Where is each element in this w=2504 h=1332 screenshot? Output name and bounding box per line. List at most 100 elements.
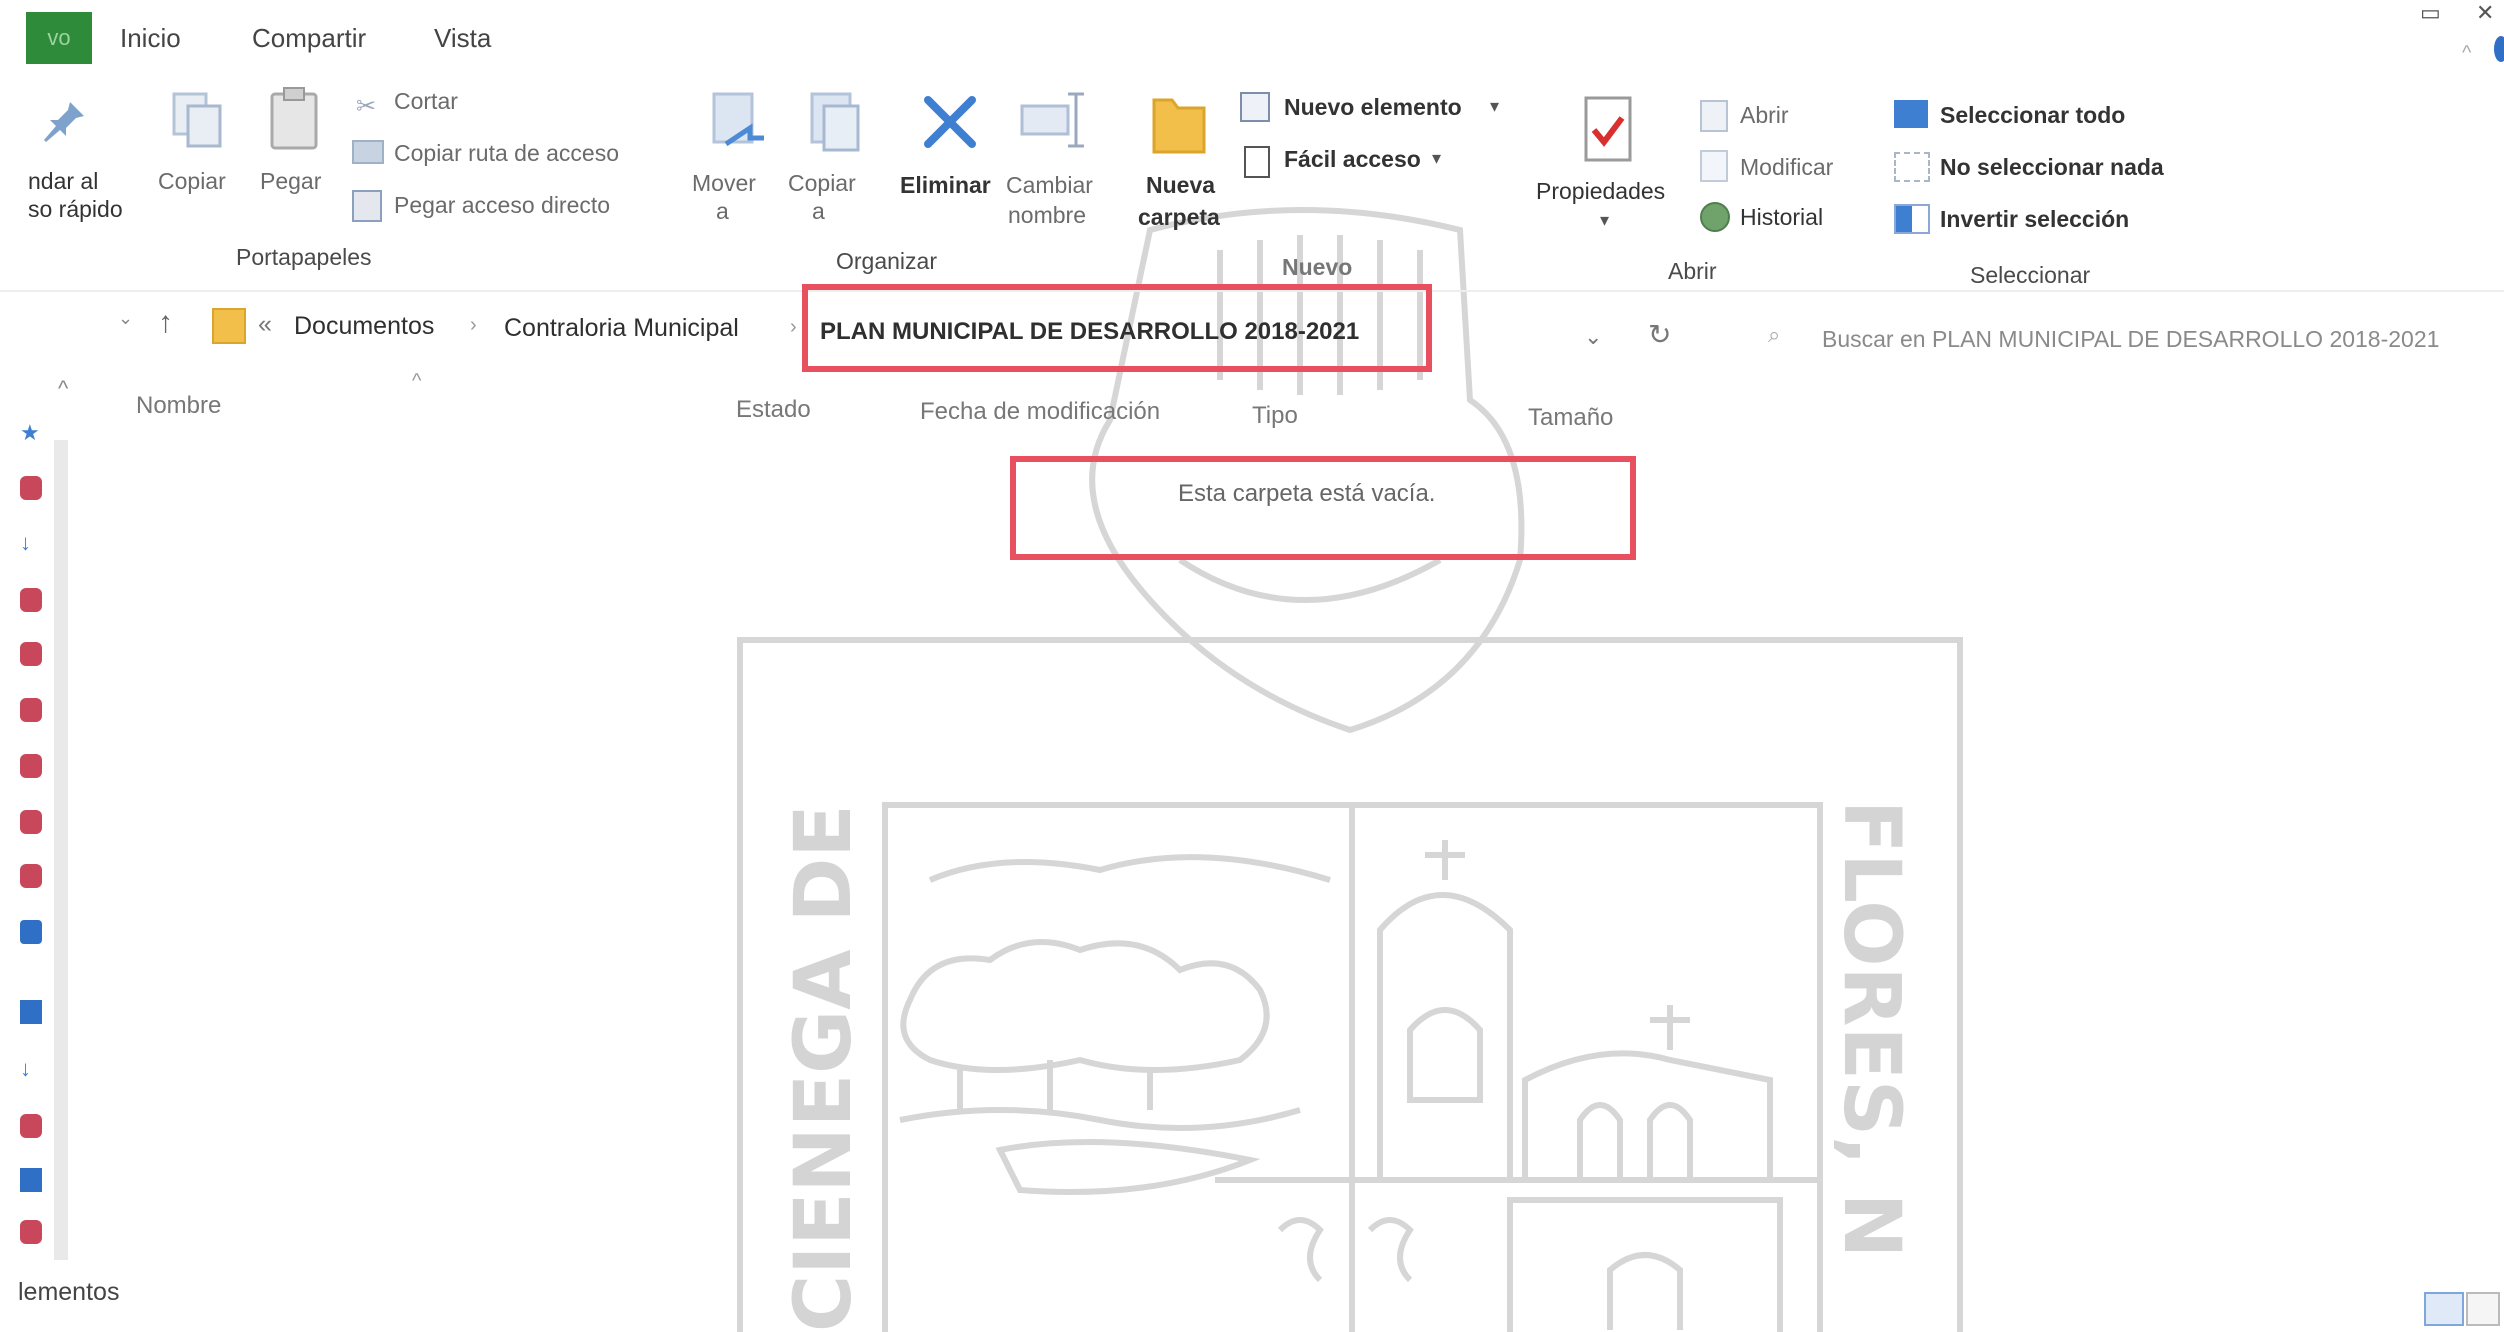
nav-item-icon-6[interactable] (20, 810, 42, 834)
breadcrumb-documentos[interactable]: Documentos (294, 312, 434, 341)
onedrive-icon[interactable] (20, 920, 42, 944)
column-header-modified[interactable]: Fecha de modificación (920, 398, 1160, 426)
new-folder-button[interactable]: Nueva (1146, 172, 1215, 199)
nav-item-icon-5[interactable] (20, 754, 42, 778)
history-icon (1700, 202, 1730, 232)
downloads-icon-2[interactable]: ↓ (20, 1056, 42, 1081)
copy-path-button[interactable]: Copiar ruta de acceso (394, 140, 619, 167)
easy-access-dropdown-icon[interactable]: ▾ (1432, 148, 1441, 169)
easy-access-icon (1244, 146, 1270, 178)
column-header-size[interactable]: Tamaño (1528, 404, 1613, 432)
group-open: Abrir (1668, 258, 1717, 284)
nav-item-icon-10[interactable] (20, 1168, 42, 1192)
nav-item-icon-2[interactable] (20, 588, 42, 612)
nav-item-icon-11[interactable] (20, 1220, 42, 1244)
history-button[interactable]: Historial (1740, 204, 1823, 231)
move-to-button-2: a (716, 198, 729, 224)
properties-icon[interactable] (1580, 94, 1638, 166)
refresh-icon[interactable]: ↻ (1648, 318, 1671, 351)
select-all-icon (1894, 100, 1928, 128)
quick-access-star-icon[interactable]: ★ (20, 420, 42, 445)
ribbon-collapse-chevron-icon[interactable]: ^ (2462, 42, 2471, 65)
paste-shortcut-icon (352, 190, 382, 222)
nav-item-icon-9[interactable] (20, 1114, 42, 1138)
breadcrumb-overflow[interactable]: « (258, 310, 272, 339)
properties-dropdown-icon[interactable]: ▾ (1600, 210, 1609, 231)
pin-quick-access-line1[interactable]: ndar al (28, 168, 98, 195)
group-organize: Organizar (836, 248, 937, 274)
group-clipboard: Portapapeles (236, 244, 372, 270)
rename-icon[interactable] (1018, 90, 1088, 150)
copy-path-icon (352, 140, 384, 164)
breadcrumb-separator-icon-2: › (790, 316, 797, 338)
invert-selection-icon (1894, 204, 1930, 234)
new-folder-icon[interactable] (1148, 86, 1210, 160)
watermark-right-text: FLORES, N (1826, 800, 1916, 1258)
maximize-icon[interactable]: ▭ (2420, 0, 2441, 26)
search-icon: ⌕ (1768, 322, 1781, 347)
cut-button[interactable]: Cortar (394, 88, 458, 115)
paste-icon[interactable] (264, 84, 324, 154)
open-button[interactable]: Abrir (1740, 102, 1789, 129)
new-item-dropdown-icon[interactable]: ▾ (1490, 96, 1499, 117)
paste-shortcut-button[interactable]: Pegar acceso directo (394, 192, 610, 219)
highlight-box-path (802, 284, 1432, 372)
invert-selection-button[interactable]: Invertir selección (1940, 206, 2129, 233)
address-dropdown-chevron-icon[interactable]: ⌄ (1584, 324, 1602, 350)
select-all-button[interactable]: Seleccionar todo (1940, 102, 2125, 129)
copy-icon[interactable] (168, 88, 226, 152)
nav-pane-scrollbar[interactable] (54, 440, 68, 1260)
column-header-name[interactable]: Nombre (136, 392, 221, 420)
details-view-icon[interactable] (2424, 1292, 2464, 1326)
column-header-type[interactable]: Tipo (1252, 402, 1298, 430)
recent-locations-chevron-icon[interactable]: ⌄ (118, 308, 133, 329)
copy-to-button[interactable]: Copiar (788, 170, 856, 197)
edit-button[interactable]: Modificar (1740, 154, 1833, 181)
status-item-count: lementos (18, 1278, 120, 1306)
navigation-pane: ★ ↓ ↓ (0, 420, 60, 1280)
breadcrumb-contraloria[interactable]: Contraloria Municipal (504, 314, 739, 343)
help-icon[interactable] (2494, 36, 2504, 62)
tab-view[interactable]: Vista (434, 18, 491, 58)
rename-button[interactable]: Cambiar (1006, 172, 1093, 199)
nav-item-icon-4[interactable] (20, 698, 42, 722)
easy-access-button[interactable]: Fácil acceso (1284, 146, 1421, 173)
tab-share[interactable]: Compartir (252, 18, 366, 58)
nav-pane-scroll-up-icon[interactable]: ^ (58, 376, 68, 402)
new-item-button[interactable]: Nuevo elemento (1284, 94, 1462, 121)
copy-button[interactable]: Copiar (158, 168, 226, 195)
delete-button[interactable]: Eliminar (900, 172, 991, 199)
pin-quick-access-line2[interactable]: so rápido (28, 196, 123, 223)
properties-button[interactable]: Propiedades (1536, 178, 1665, 205)
select-none-icon (1894, 152, 1930, 182)
open-icon (1700, 100, 1728, 132)
pin-icon[interactable] (36, 92, 90, 146)
tab-home[interactable]: Inicio (120, 18, 181, 58)
column-header-status[interactable]: Estado (736, 396, 811, 424)
group-select: Seleccionar (1970, 262, 2091, 288)
large-icons-view-icon[interactable] (2466, 1292, 2500, 1326)
delete-icon[interactable] (920, 92, 980, 152)
highlight-box-empty-message (1010, 456, 1636, 560)
select-none-button[interactable]: No seleccionar nada (1940, 154, 2164, 181)
paste-button[interactable]: Pegar (260, 168, 321, 195)
move-to-button[interactable]: Mover (692, 170, 756, 197)
move-to-icon[interactable] (706, 88, 766, 158)
new-folder-button-2: carpeta (1138, 204, 1220, 230)
search-input[interactable]: Buscar en PLAN MUNICIPAL DE DESARROLLO 2… (1822, 326, 2439, 353)
edit-icon (1700, 150, 1728, 182)
group-new: Nuevo (1282, 254, 1353, 280)
nav-item-icon-7[interactable] (20, 864, 42, 888)
tab-file[interactable]: vo (26, 12, 92, 64)
nav-item-icon-3[interactable] (20, 642, 42, 666)
new-item-icon (1240, 92, 1270, 122)
close-icon[interactable]: ✕ (2476, 0, 2494, 26)
nav-item-icon-8[interactable] (20, 1000, 42, 1024)
scissors-icon: ✂ (356, 93, 377, 120)
breadcrumb-separator-icon: › (470, 314, 477, 336)
nav-item-icon-1[interactable] (20, 476, 42, 500)
downloads-icon[interactable]: ↓ (20, 530, 42, 555)
copy-to-icon[interactable] (804, 88, 864, 158)
copy-to-button-2: a (812, 198, 825, 224)
up-arrow-icon[interactable]: ↑ (158, 306, 173, 340)
